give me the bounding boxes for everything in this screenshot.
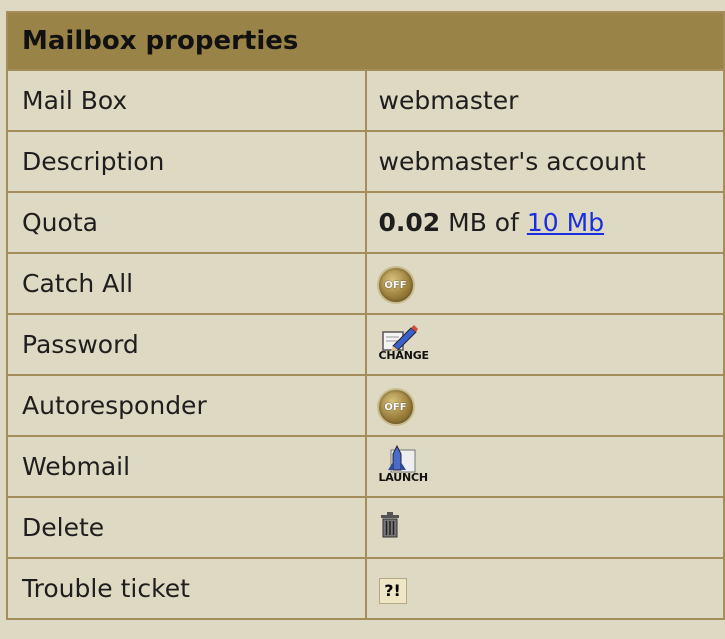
autoresponder-toggle-button[interactable]: OFF — [378, 390, 413, 425]
trash-icon — [380, 511, 399, 537]
quota-label: Quota — [6, 191, 367, 254]
table-row-password: Password CHANGE — [6, 313, 725, 376]
catch-all-toggle-button[interactable]: OFF — [378, 268, 413, 303]
password-label: Password — [6, 313, 367, 376]
quota-value: 0.02 MB of 10 Mb — [364, 191, 725, 254]
mailbox-properties-panel: Mailbox properties Mail Box webmaster De… — [0, 0, 725, 639]
table-row-description: Description webmaster's account — [6, 130, 725, 193]
mailbox-value: webmaster — [364, 69, 725, 132]
description-value: webmaster's account — [364, 130, 725, 193]
table-row-catch-all: Catch All OFF — [6, 252, 725, 315]
launch-caption: LAUNCH — [378, 470, 429, 484]
table-row-trouble-ticket: Trouble ticket ?! — [6, 557, 725, 620]
quota-used: 0.02 — [378, 208, 441, 237]
delete-label: Delete — [6, 496, 367, 559]
catch-all-label: Catch All — [6, 252, 367, 315]
change-password-button[interactable]: CHANGE — [379, 322, 429, 362]
table-row-mailbox: Mail Box webmaster — [6, 69, 725, 132]
autoresponder-label: Autoresponder — [6, 374, 367, 437]
table-row-webmail: Webmail LAUNCH — [6, 435, 725, 498]
table-row-delete: Delete — [6, 496, 725, 559]
mailbox-label: Mail Box — [6, 69, 367, 132]
mailbox-properties-table: Mailbox properties Mail Box webmaster De… — [6, 11, 725, 620]
launch-webmail-button[interactable]: LAUNCH — [379, 444, 429, 484]
webmail-label: Webmail — [6, 435, 367, 498]
panel-title: Mailbox properties — [6, 11, 725, 71]
trouble-ticket-label: Trouble ticket — [6, 557, 367, 620]
table-row-quota: Quota 0.02 MB of 10 Mb — [6, 191, 725, 254]
quota-unit-text: MB of — [440, 208, 527, 237]
table-row-autoresponder: Autoresponder OFF — [6, 374, 725, 437]
delete-button[interactable] — [379, 511, 401, 539]
trouble-ticket-button[interactable]: ?! — [378, 577, 407, 604]
table-header-row: Mailbox properties — [6, 11, 725, 71]
description-label: Description — [6, 130, 367, 193]
change-caption: CHANGE — [378, 348, 430, 362]
quota-limit-link[interactable]: 10 Mb — [527, 208, 604, 237]
